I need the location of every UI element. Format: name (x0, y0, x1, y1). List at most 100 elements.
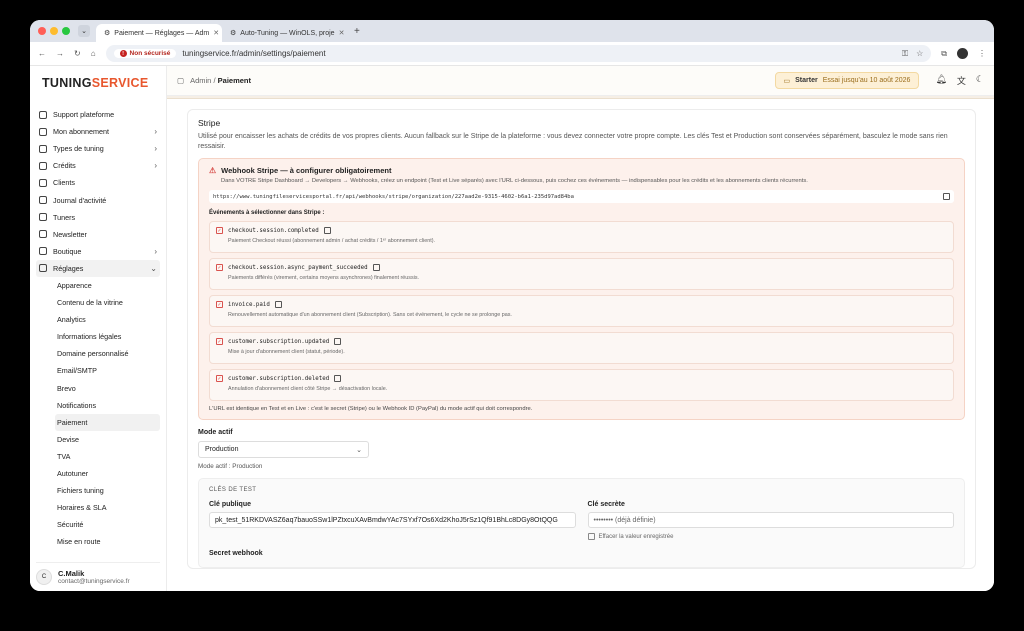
key-icon[interactable]: ⚿ (902, 49, 908, 59)
tab-title: Paiement — Réglages — Adm (114, 29, 210, 37)
event-code[interactable]: invoice.paid (228, 302, 270, 308)
credits-icon (39, 161, 47, 170)
copy-icon[interactable] (323, 227, 331, 234)
settings-subitem[interactable]: Mise en route (55, 533, 160, 550)
translate-icon[interactable]: 文 (957, 74, 966, 87)
address-toolbar: ← → ↻ ⌂ ! Non sécurisé tuningservice.fr/a… (30, 42, 994, 66)
public-key-input[interactable]: pk_test_51RKDVASZ6aq7bauoSSw1lPZtxcuXAvB… (209, 512, 576, 528)
copy-icon[interactable] (372, 264, 380, 271)
copy-icon[interactable] (334, 338, 342, 345)
extensions-icon[interactable]: ⧉ (941, 49, 947, 59)
top-bar: ▢ Admin / Paiement ▭ Starter Essai jusqu… (167, 66, 994, 96)
more-menu-icon[interactable]: ⋮ (978, 49, 986, 58)
sidebar-item-8[interactable]: Boutique › (36, 243, 160, 260)
back-arrow-icon[interactable]: ← (38, 49, 46, 58)
avatar: C (36, 569, 52, 585)
tab-paiement[interactable]: ⚙ Paiement — Réglages — Adm ✕ (96, 24, 222, 42)
warning-icon: ! (119, 50, 127, 57)
settings-subitem[interactable]: Sécurité (55, 516, 160, 533)
sidebar-item-9[interactable]: Réglages ⌄ (36, 259, 160, 277)
event-code[interactable]: checkout.session.completed (228, 228, 319, 234)
bookmark-star-icon[interactable]: ☆ (916, 49, 923, 59)
site-favicon-icon: ⚙ (104, 30, 111, 37)
close-window-button[interactable] (38, 27, 46, 35)
sidebar-item-5[interactable]: Journal d'activité (36, 191, 160, 208)
sidebar-item-label: Réglages (53, 263, 84, 273)
settings-subitem[interactable]: Apparence (55, 277, 160, 294)
shop-icon (39, 247, 47, 256)
site-favicon-icon: ⚙ (230, 30, 237, 37)
stripe-card: Stripe Utilisé pour encaisser les achats… (187, 109, 976, 569)
forward-arrow-icon[interactable]: → (56, 49, 64, 58)
sidebar-item-2[interactable]: Types de tuning › (36, 140, 160, 157)
breadcrumb-admin[interactable]: Admin (190, 76, 211, 85)
close-tab-icon[interactable]: ✕ (213, 29, 219, 37)
checkbox-box[interactable] (587, 533, 595, 540)
clear-secret-label: Effacer la valeur enregistrée (598, 533, 674, 540)
sidebar-item-7[interactable]: Newsletter (36, 226, 160, 243)
settings-subitem[interactable]: Informations légales (55, 328, 160, 345)
settings-subitem[interactable]: Notifications (55, 397, 160, 414)
settings-subitem[interactable]: TVA (55, 448, 160, 465)
sidebar-item-4[interactable]: Clients (36, 174, 160, 191)
sidebar-item-label: Mon abonnement (53, 127, 109, 137)
home-icon[interactable]: ⌂ (91, 49, 96, 58)
tab-auto-tuning[interactable]: ⚙ Auto-Tuning — WinOLS, proje ✕ (222, 24, 348, 42)
settings-subitem[interactable]: Paiement (55, 413, 160, 431)
webhook-url-field[interactable]: https://www.tuningfileservicesportal.fr/… (209, 190, 954, 203)
webhook-url[interactable]: https://www.tuningfileservicesportal.fr/… (213, 194, 574, 200)
webhook-note: L'URL est identique en Test et en Live :… (209, 406, 533, 412)
settings-subitem[interactable]: Fichiers tuning (55, 482, 160, 499)
breadcrumb: Admin / Paiement (190, 76, 251, 85)
address-bar[interactable]: ! Non sécurisé tuningservice.fr/admin/set… (105, 45, 932, 62)
settings-subitem[interactable]: Contenu de la vitrine (55, 294, 160, 311)
insecure-badge[interactable]: ! Non sécurisé (113, 49, 177, 58)
copy-icon[interactable] (334, 375, 342, 382)
event-code[interactable]: customer.subscription.deleted (228, 376, 329, 382)
event-code[interactable]: customer.subscription.updated (228, 339, 329, 345)
settings-subitem[interactable]: Analytics (55, 311, 160, 328)
minimize-window-button[interactable] (50, 27, 58, 35)
event-description: Paiements différés (virement, certains m… (228, 275, 420, 281)
settings-subitem[interactable]: Domaine personnalisé (55, 345, 160, 362)
bell-icon[interactable]: 🔔︎ (935, 74, 946, 87)
logo[interactable]: TUNING SERVICE (30, 66, 166, 100)
copy-icon[interactable] (943, 193, 950, 200)
copy-icon[interactable] (274, 301, 282, 308)
plan-badge[interactable]: ▭ Starter Essai jusqu'au 10 août 2026 (774, 72, 920, 89)
settings-subitem[interactable]: Brevo (55, 380, 160, 397)
settings-subitem[interactable]: Email/SMTP (55, 362, 160, 379)
user-email: contact@tuningservice.fr (58, 578, 130, 585)
secret-key-input[interactable]: •••••••• (déjà définie) (587, 512, 954, 528)
reload-icon[interactable]: ↻ (74, 49, 81, 58)
url-text[interactable]: tuningservice.fr/admin/settings/paiement (182, 49, 325, 58)
theme-moon-icon[interactable]: ☾ (976, 74, 984, 87)
sidebar-item-0[interactable]: Support plateforme (36, 106, 160, 123)
sidebar-item-1[interactable]: Mon abonnement › (36, 123, 160, 140)
support-icon (39, 110, 47, 119)
sidebar-item-6[interactable]: Tuners (36, 209, 160, 226)
event-description: Renouvellement automatique d'un abonneme… (228, 312, 512, 318)
settings-subitem[interactable]: Horaires & SLA (55, 499, 160, 516)
tab-search-chevron-icon[interactable]: ⌄ (78, 25, 90, 37)
settings-subitem[interactable]: Devise (55, 431, 160, 448)
chevron-down-icon: ⌄ (356, 446, 362, 454)
events-label: Événements à sélectionner dans Stripe : (209, 210, 325, 216)
maximize-window-button[interactable] (62, 27, 70, 35)
new-tab-plus-icon[interactable]: + (354, 26, 360, 37)
settings-subitem[interactable]: Autotuner (55, 465, 160, 482)
mode-select[interactable]: Production ⌄ (198, 441, 369, 458)
event-code[interactable]: checkout.session.async_payment_succeeded (228, 265, 368, 271)
users-icon (39, 178, 47, 187)
chevron-right-icon: › (154, 246, 157, 256)
sidebar-toggle-icon[interactable]: ▢ (177, 76, 184, 85)
sidebar-item-3[interactable]: Crédits › (36, 157, 160, 174)
checkbox-icon: ✓ (216, 375, 223, 382)
close-tab-icon[interactable]: ✕ (339, 29, 345, 37)
user-card[interactable]: C C.Malik contact@tuningservice.fr (36, 562, 160, 585)
card-icon (39, 127, 47, 136)
clear-secret-checkbox[interactable]: Effacer la valeur enregistrée (587, 533, 955, 540)
profile-avatar[interactable] (957, 48, 968, 59)
plan-name: Starter (795, 77, 818, 84)
section-description: Utilisé pour encaisser les achats de cré… (198, 133, 948, 150)
